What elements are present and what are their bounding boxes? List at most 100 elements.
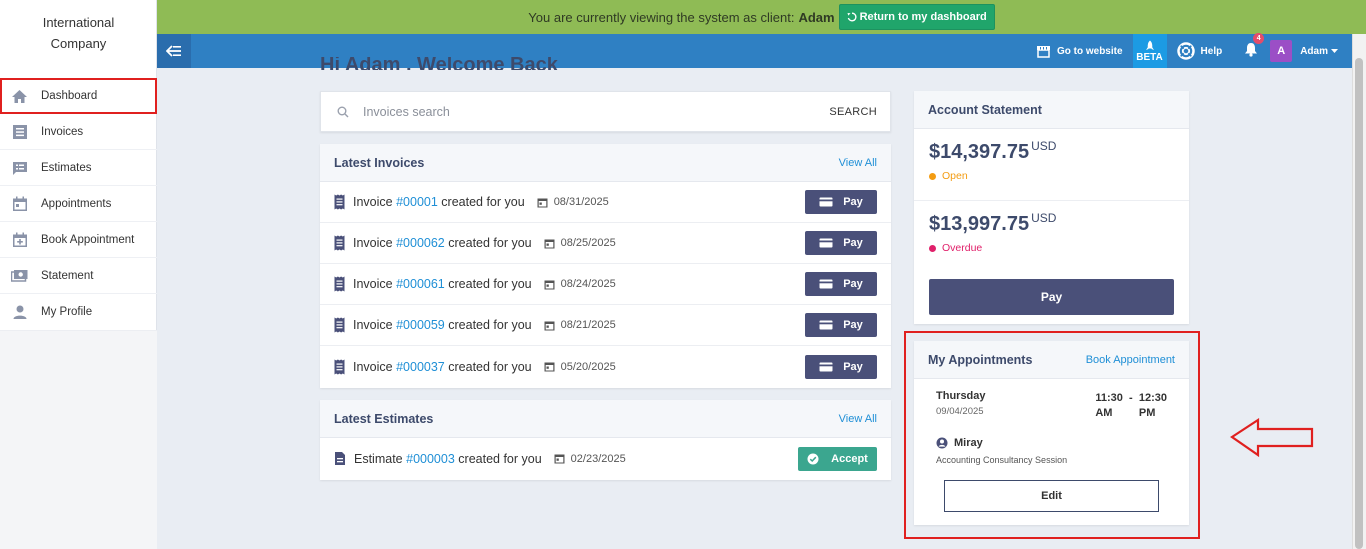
sidebar-item-invoices[interactable]: Invoices: [0, 114, 157, 150]
invoices-view-all-link[interactable]: View All: [839, 157, 877, 169]
invoice-number-link[interactable]: #000061: [396, 277, 445, 291]
invoices-search-box: SEARCH: [320, 91, 891, 132]
credit-card-icon: [819, 362, 833, 371]
pay-balance-button[interactable]: Pay: [929, 279, 1174, 315]
overdue-balance: $13,997.75 USD Overdue: [914, 201, 1189, 273]
notifications-button[interactable]: 4: [1232, 33, 1270, 60]
go-to-website-label: Go to website: [1056, 45, 1123, 57]
sidebar-item-label: My Profile: [41, 306, 93, 318]
beta-badge[interactable]: BETA: [1132, 34, 1167, 68]
accept-estimate-button[interactable]: Accept: [798, 446, 877, 471]
welcome-heading: Hi Adam , Welcome Back: [320, 57, 558, 70]
invoice-text: Invoice #000037 created for you: [353, 359, 532, 374]
invoice-row: Invoice #000037 created for you 05/20/202…: [320, 346, 891, 387]
pay-invoice-button[interactable]: Pay: [805, 190, 877, 214]
invoice-row: Invoice #00001 created for you 08/31/2025…: [320, 182, 891, 223]
scrollbar-thumb[interactable]: [1355, 58, 1363, 549]
avatar[interactable]: A: [1270, 40, 1293, 62]
invoice-date: 08/21/2025: [544, 319, 616, 331]
sidebar-item-my-profile[interactable]: My Profile: [0, 294, 157, 330]
help-label: Help: [1200, 45, 1223, 57]
refresh-icon: [847, 12, 857, 22]
invoice-text: Invoice #00001 created for you: [353, 195, 525, 209]
search-button[interactable]: SEARCH: [829, 106, 877, 118]
go-to-website-link[interactable]: Go to website: [1026, 45, 1133, 58]
pay-invoice-button[interactable]: Pay: [805, 354, 877, 379]
sidebar-item-appointments[interactable]: Appointments: [0, 186, 157, 222]
calendar-icon: [544, 362, 555, 372]
overdue-dot: [929, 244, 936, 252]
estimate-text: Estimate #000003 created for you: [354, 451, 542, 466]
sidebar-item-statement[interactable]: Statement: [0, 258, 157, 294]
bell-icon: [1245, 43, 1258, 57]
invoices-search-input[interactable]: [363, 104, 830, 119]
sidebar-item-book-appointment[interactable]: Book Appointment: [0, 222, 157, 258]
overdue-amount: $13,997.75: [929, 213, 1030, 235]
open-currency: USD: [1031, 139, 1057, 153]
sidebar-item-label: Appointments: [41, 197, 112, 210]
estimate-icon: [11, 159, 28, 176]
latest-estimates-header: Latest Estimates View All: [320, 400, 891, 438]
latest-invoices-header: Latest Invoices View All: [320, 144, 891, 182]
pay-invoice-button[interactable]: Pay: [805, 272, 877, 296]
receipt-icon: [334, 359, 345, 374]
account-statement-card: Account Statement $14,397.75 USD Open $13…: [914, 91, 1189, 324]
invoice-date: 08/25/2025: [544, 237, 616, 249]
calendar-icon: [544, 280, 555, 289]
user-name: Adam: [1300, 45, 1328, 57]
credit-card-icon: [819, 279, 833, 289]
sidebar-item-label: Invoices: [41, 125, 84, 138]
navbar-actions: Go to website BETA Help 4 A Adam: [1026, 33, 1352, 68]
pay-invoice-button[interactable]: Pay: [805, 313, 877, 337]
sidebar: International Company Dashboard Invoices…: [0, 0, 157, 549]
invoice-text: Invoice #000062 created for you: [353, 236, 532, 250]
open-dot: [929, 172, 936, 180]
overdue-status: Overdue: [929, 242, 1174, 254]
calendar-icon: [537, 198, 548, 207]
latest-estimates-card: Latest Estimates View All Estimate #0000…: [320, 400, 891, 480]
estimate-row: Estimate #000003 created for you 02/23/2…: [320, 438, 891, 479]
invoice-number-link[interactable]: #000037: [396, 360, 445, 374]
invoice-number-link[interactable]: #000062: [396, 236, 445, 250]
caret-down-icon: [1331, 48, 1338, 53]
impersonation-banner: You are currently viewing the system as …: [157, 0, 1366, 34]
sidebar-item-label: Dashboard: [41, 90, 98, 102]
invoice-icon: [11, 123, 28, 140]
user-icon: [11, 304, 28, 321]
document-icon: [335, 452, 345, 465]
pay-invoice-button[interactable]: Pay: [805, 231, 877, 255]
sidebar-item-dashboard[interactable]: Dashboard: [0, 78, 157, 114]
overdue-currency: USD: [1031, 211, 1057, 225]
sidebar-item-estimates[interactable]: Estimates: [0, 150, 157, 186]
store-icon: [1036, 45, 1050, 58]
calendar-icon: [544, 239, 555, 248]
sidebar-item-label: Book Appointment: [41, 233, 135, 246]
return-to-dashboard-button[interactable]: Return to my dashboard: [838, 4, 995, 30]
annotation-arrow-icon: [1230, 418, 1314, 458]
money-icon: [11, 267, 28, 284]
sidebar-item-label: Statement: [41, 269, 94, 282]
receipt-icon: [334, 194, 345, 210]
open-status: Open: [929, 170, 1174, 182]
calendar-icon: [554, 454, 565, 464]
check-circle-icon: [807, 453, 819, 464]
invoice-date: 05/20/2025: [544, 361, 616, 373]
estimates-view-all-link[interactable]: View All: [839, 413, 877, 425]
collapse-arrow-icon: [166, 45, 181, 57]
home-icon: [11, 88, 28, 105]
invoice-number-link[interactable]: #00001: [396, 195, 438, 209]
sidebar-toggle-button[interactable]: [157, 34, 191, 68]
credit-card-icon: [819, 197, 833, 207]
beta-label: BETA: [1136, 51, 1163, 63]
open-amount: $14,397.75: [929, 141, 1030, 163]
credit-card-icon: [819, 238, 833, 248]
estimate-number-link[interactable]: #000003: [406, 452, 455, 466]
invoice-row: Invoice #000061 created for you 08/24/202…: [320, 264, 891, 305]
invoice-text: Invoice #000059 created for you: [353, 318, 532, 332]
invoice-row: Invoice #000059 created for you 08/21/202…: [320, 305, 891, 346]
help-link[interactable]: Help: [1167, 42, 1233, 60]
user-menu[interactable]: Adam: [1300, 46, 1352, 57]
rocket-icon: [1145, 40, 1154, 50]
invoice-number-link[interactable]: #000059: [396, 318, 445, 332]
lifebuoy-icon: [1176, 42, 1195, 60]
